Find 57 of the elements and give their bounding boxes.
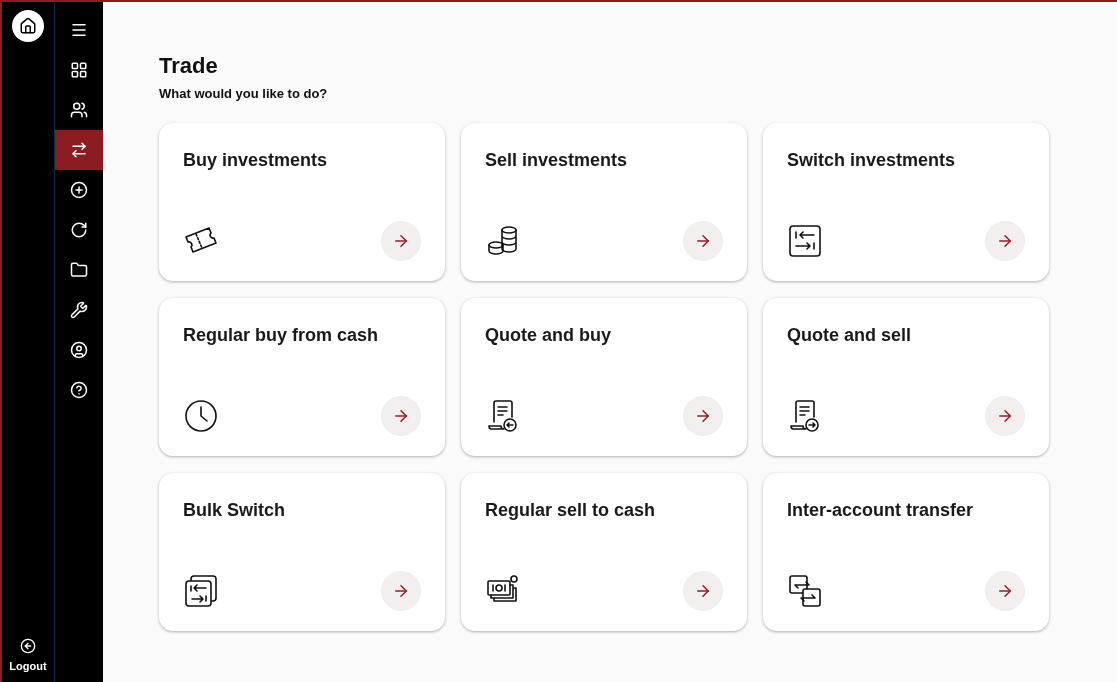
go-button[interactable] bbox=[985, 571, 1025, 611]
page-title: Trade bbox=[159, 52, 219, 80]
go-button[interactable] bbox=[381, 221, 421, 261]
transfer-squares-icon bbox=[787, 573, 823, 609]
card-title: Quote and buy bbox=[485, 324, 612, 347]
card-title: Regular sell to cash bbox=[485, 499, 657, 522]
action-card[interactable]: Regular sell to cash bbox=[461, 473, 747, 631]
wrench-icon bbox=[70, 301, 88, 319]
arrow-right-icon bbox=[694, 232, 712, 250]
action-card[interactable]: Buy investments bbox=[159, 123, 445, 281]
arrow-right-icon bbox=[996, 582, 1014, 600]
go-button[interactable] bbox=[683, 571, 723, 611]
card-title: Switch investments bbox=[787, 149, 957, 172]
go-button[interactable] bbox=[683, 221, 723, 261]
grid-icon bbox=[70, 61, 88, 79]
refresh-icon bbox=[70, 221, 88, 239]
go-button[interactable] bbox=[381, 571, 421, 611]
go-button[interactable] bbox=[985, 221, 1025, 261]
logout-button[interactable]: Logout bbox=[9, 657, 47, 674]
plus-circle-icon bbox=[70, 181, 88, 199]
card-title: Regular buy from cash bbox=[183, 324, 380, 347]
go-button[interactable] bbox=[381, 396, 421, 436]
arrow-right-icon bbox=[694, 407, 712, 425]
arrow-right-icon bbox=[392, 582, 410, 600]
action-card[interactable]: Quote and sell bbox=[763, 298, 1049, 456]
page-subtitle: What would you like to do? bbox=[159, 84, 329, 103]
card-title: Buy investments bbox=[183, 149, 329, 172]
arrow-right-icon bbox=[996, 232, 1014, 250]
clock-icon bbox=[183, 398, 219, 434]
help-icon bbox=[70, 381, 88, 399]
action-card[interactable]: Inter-account transfer bbox=[763, 473, 1049, 631]
action-card[interactable]: Sell investments bbox=[461, 123, 747, 281]
nav-item[interactable] bbox=[55, 130, 103, 170]
home-icon bbox=[19, 17, 37, 35]
arrow-right-icon bbox=[694, 582, 712, 600]
arrow-right-icon bbox=[392, 232, 410, 250]
action-card[interactable]: Switch investments bbox=[763, 123, 1049, 281]
folder-icon bbox=[70, 261, 88, 279]
stacked-switch-icon bbox=[183, 573, 219, 609]
card-title: Bulk Switch bbox=[183, 499, 286, 522]
card-title: Sell investments bbox=[485, 149, 629, 172]
arrow-right-icon bbox=[392, 407, 410, 425]
arrow-right-icon bbox=[996, 407, 1014, 425]
home-button[interactable] bbox=[12, 10, 44, 42]
go-button[interactable] bbox=[985, 396, 1025, 436]
menu-icon bbox=[70, 21, 88, 39]
user-icon bbox=[70, 341, 88, 359]
action-card[interactable]: Quote and buy bbox=[461, 298, 747, 456]
people-icon bbox=[70, 101, 88, 119]
logout-icon bbox=[20, 637, 36, 654]
go-button[interactable] bbox=[683, 396, 723, 436]
swap-arrows-icon bbox=[70, 141, 88, 159]
action-card[interactable]: Bulk Switch bbox=[159, 473, 445, 631]
action-card[interactable]: Regular buy from cash bbox=[159, 298, 445, 456]
card-title: Inter-account transfer bbox=[787, 499, 975, 522]
switch-arrows-icon bbox=[787, 223, 823, 259]
card-title: Quote and sell bbox=[787, 324, 913, 347]
